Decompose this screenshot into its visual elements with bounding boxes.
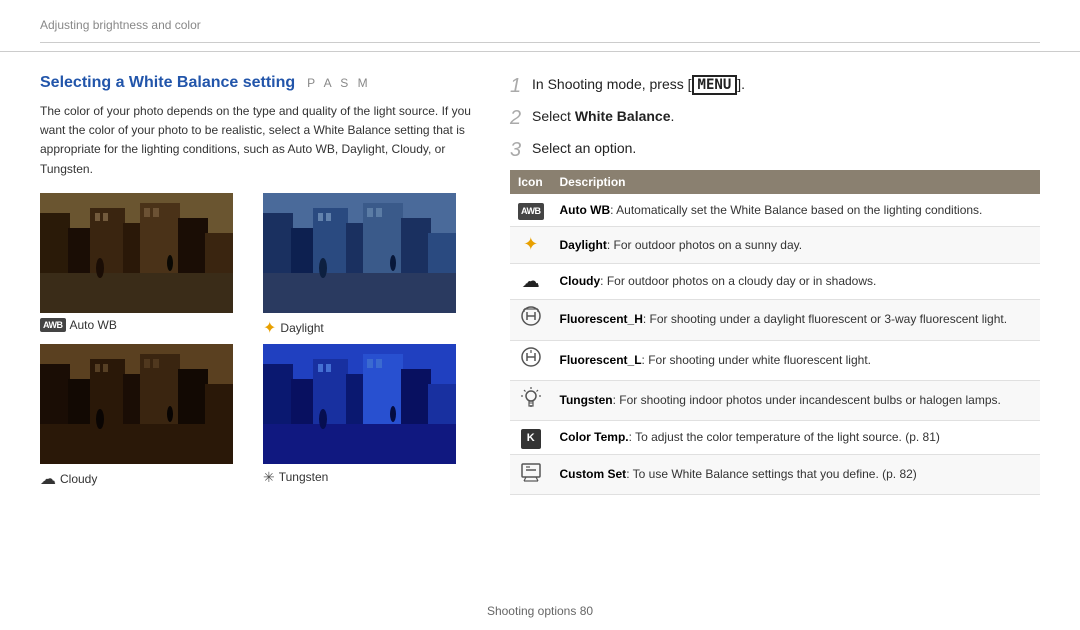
desc-cell-fluor-l: Fluorescent_L: For shooting under white … (552, 340, 1041, 380)
cloudy-icon: ☁ (40, 469, 56, 489)
photo-item-tungsten: ✳ Tungsten (263, 344, 480, 489)
step-1: 1 In Shooting mode, press [MENU]. (510, 74, 1040, 98)
menu-key: MENU (692, 75, 738, 95)
photo-item-autowb: AWB Auto WB (40, 193, 257, 338)
step-num-3: 3 (510, 138, 526, 162)
icon-cell-fluor-l (510, 340, 552, 380)
photo-grid: AWB Auto WB (40, 193, 480, 489)
pasm-label: P A S M (307, 76, 370, 90)
section-title-row: Selecting a White Balance setting P A S … (40, 74, 480, 92)
icon-cell-awb: AWB (510, 194, 552, 227)
step-2: 2 Select White Balance. (510, 106, 1040, 130)
caption-tungsten: ✳ Tungsten (263, 469, 480, 486)
icon-tungsten (520, 386, 542, 408)
photo-item-daylight: ✦ Daylight (263, 193, 480, 338)
desc-cell-tungsten: Tungsten: For shooting indoor photos und… (552, 380, 1041, 420)
caption-autowb: AWB Auto WB (40, 318, 257, 332)
table-row: ✦ Daylight: For outdoor photos on a sunn… (510, 227, 1040, 263)
icon-cell-cloudy: ☁ (510, 263, 552, 299)
icon-colortemp: K (521, 429, 541, 449)
caption-text-tungsten: Tungsten (279, 470, 329, 484)
table-row: Custom Set: To use White Balance setting… (510, 455, 1040, 495)
photo-tungsten (263, 344, 456, 464)
caption-cloudy: ☁ Cloudy (40, 469, 257, 489)
caption-text-autowb: Auto WB (70, 318, 117, 332)
step-num-1: 1 (510, 74, 526, 98)
table-row: Fluorescent_L: For shooting under white … (510, 340, 1040, 380)
page-container: Adjusting brightness and color Selecting… (0, 0, 1080, 630)
desc-cell-daylight: Daylight: For outdoor photos on a sunny … (552, 227, 1041, 263)
table-row: Fluorescent_H: For shooting under a dayl… (510, 300, 1040, 340)
icon-cloudy: ☁ (522, 271, 540, 291)
col-desc-header: Description (552, 170, 1041, 194)
icon-cell-daylight: ✦ (510, 227, 552, 263)
icon-daylight: ✦ (523, 234, 538, 254)
col-icon-header: Icon (510, 170, 552, 194)
icon-cell-colortemp: K (510, 421, 552, 455)
table-row: K Color Temp.: To adjust the color tempe… (510, 421, 1040, 455)
photo-daylight (263, 193, 456, 313)
table-row: AWB Auto WB: Automatically set the White… (510, 194, 1040, 227)
icon-fluor-l (520, 346, 542, 368)
step-num-2: 2 (510, 106, 526, 130)
caption-text-cloudy: Cloudy (60, 472, 97, 486)
right-column: 1 In Shooting mode, press [MENU]. 2 Sele… (510, 74, 1040, 495)
desc-cell-custom: Custom Set: To use White Balance setting… (552, 455, 1041, 495)
description-text: The color of your photo depends on the t… (40, 102, 480, 179)
table-header-row: Icon Description (510, 170, 1040, 194)
photo-cloudy (40, 344, 233, 464)
step-text-3: Select an option. (532, 138, 636, 159)
autowb-icon: AWB (40, 318, 66, 332)
section-title: Selecting a White Balance setting (40, 74, 295, 92)
photo-autowb (40, 193, 233, 313)
icon-cell-fluor-h (510, 300, 552, 340)
desc-cell-colortemp: Color Temp.: To adjust the color tempera… (552, 421, 1041, 455)
options-table: Icon Description AWB Auto WB: Automatica… (510, 170, 1040, 495)
icon-cell-custom (510, 455, 552, 495)
desc-cell-fluor-h: Fluorescent_H: For shooting under a dayl… (552, 300, 1041, 340)
desc-cell-cloudy: Cloudy: For outdoor photos on a cloudy d… (552, 263, 1041, 299)
step-text-2: Select White Balance. (532, 106, 674, 127)
icon-awb: AWB (518, 203, 544, 220)
icon-custom (520, 460, 542, 482)
caption-text-daylight: Daylight (280, 321, 323, 335)
daylight-icon: ✦ (263, 318, 276, 338)
step-text-1: In Shooting mode, press [MENU]. (532, 74, 745, 96)
footer-text: Shooting options 80 (487, 604, 593, 618)
icon-fluor-h (520, 305, 542, 327)
icon-cell-tungsten (510, 380, 552, 420)
breadcrumb-text: Adjusting brightness and color (40, 18, 201, 32)
step-3: 3 Select an option. (510, 138, 1040, 162)
tungsten-icon: ✳ (263, 469, 275, 486)
table-row: Tungsten: For shooting indoor photos und… (510, 380, 1040, 420)
breadcrumb: Adjusting brightness and color (0, 0, 1080, 52)
left-column: Selecting a White Balance setting P A S … (40, 74, 480, 495)
photo-item-cloudy: ☁ Cloudy (40, 344, 257, 489)
table-row: ☁ Cloudy: For outdoor photos on a cloudy… (510, 263, 1040, 299)
page-footer: Shooting options 80 (0, 604, 1080, 618)
desc-cell-awb: Auto WB: Automatically set the White Bal… (552, 194, 1041, 227)
caption-daylight: ✦ Daylight (263, 318, 480, 338)
content-area: Selecting a White Balance setting P A S … (0, 52, 1080, 505)
